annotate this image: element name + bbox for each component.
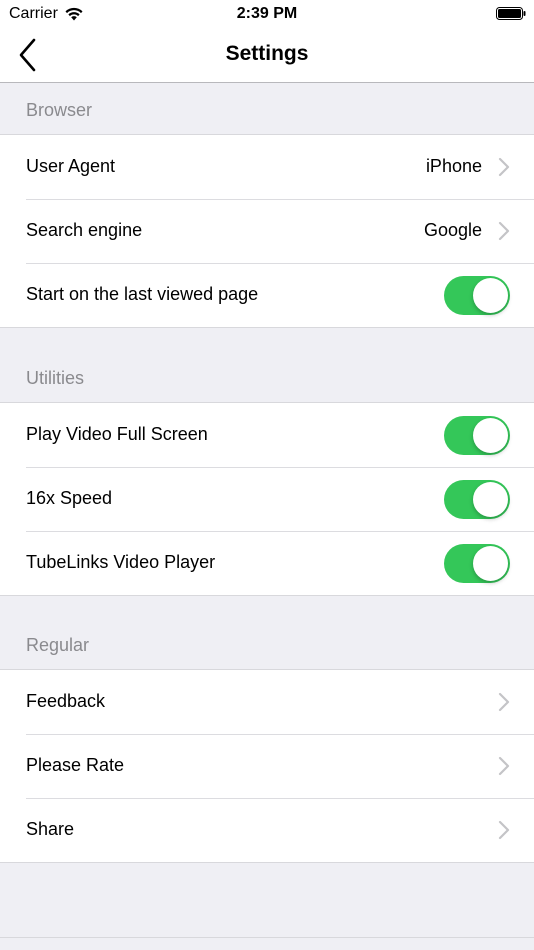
chevron-right-icon xyxy=(498,756,510,776)
row-value: Google xyxy=(423,220,482,240)
toggle-knob xyxy=(473,482,508,517)
tubelinks-player-toggle[interactable] xyxy=(444,544,510,583)
speed-16x-row: 16x Speed xyxy=(0,467,534,531)
play-video-full-screen-row: Play Video Full Screen xyxy=(0,403,534,467)
start-last-page-toggle[interactable] xyxy=(444,276,510,315)
page-title: Settings xyxy=(225,42,309,65)
start-last-page-row: Start on the last viewed page xyxy=(0,263,534,327)
row-label: Play Video Full Screen xyxy=(26,424,208,444)
chevron-right-icon xyxy=(498,157,510,177)
row-label: 16x Speed xyxy=(26,488,113,508)
tubelinks-player-row: TubeLinks Video Player xyxy=(0,531,534,595)
section-header-utilities: Utilities xyxy=(26,368,85,388)
toggle-knob xyxy=(473,278,508,313)
section-header-browser: Browser xyxy=(26,100,93,120)
row-label: Feedback xyxy=(26,691,106,711)
row-label: Start on the last viewed page xyxy=(26,284,259,304)
browser-group: User Agent iPhone Search engine Google S… xyxy=(0,134,534,328)
user-agent-row[interactable]: User Agent iPhone xyxy=(0,135,534,199)
row-value: iPhone xyxy=(425,156,482,176)
please-rate-row[interactable]: Please Rate xyxy=(0,734,534,798)
battery-icon xyxy=(496,7,526,20)
section-header-regular: Regular xyxy=(26,635,90,655)
feedback-row[interactable]: Feedback xyxy=(0,670,534,734)
row-label: Search engine xyxy=(26,220,143,240)
chevron-right-icon xyxy=(498,820,510,840)
speed-16x-toggle[interactable] xyxy=(444,480,510,519)
row-label: TubeLinks Video Player xyxy=(26,552,216,572)
bottom-divider xyxy=(0,937,534,938)
status-time: 2:39 PM xyxy=(236,5,298,22)
toggle-knob xyxy=(473,418,508,453)
row-label: Share xyxy=(26,819,75,839)
row-label: Please Rate xyxy=(26,755,125,775)
chevron-right-icon xyxy=(498,692,510,712)
regular-group: Feedback Please Rate Share xyxy=(0,669,534,863)
toggle-knob xyxy=(473,546,508,581)
utilities-group: Play Video Full Screen 16x Speed TubeLin… xyxy=(0,402,534,596)
status-bar: Carrier 2:39 PM xyxy=(0,0,534,28)
chevron-right-icon xyxy=(498,221,510,241)
play-video-full-screen-toggle[interactable] xyxy=(444,416,510,455)
share-row[interactable]: Share xyxy=(0,798,534,862)
search-engine-row[interactable]: Search engine Google xyxy=(0,199,534,263)
navigation-bar: Settings xyxy=(0,28,534,83)
row-label: User Agent xyxy=(26,156,116,176)
